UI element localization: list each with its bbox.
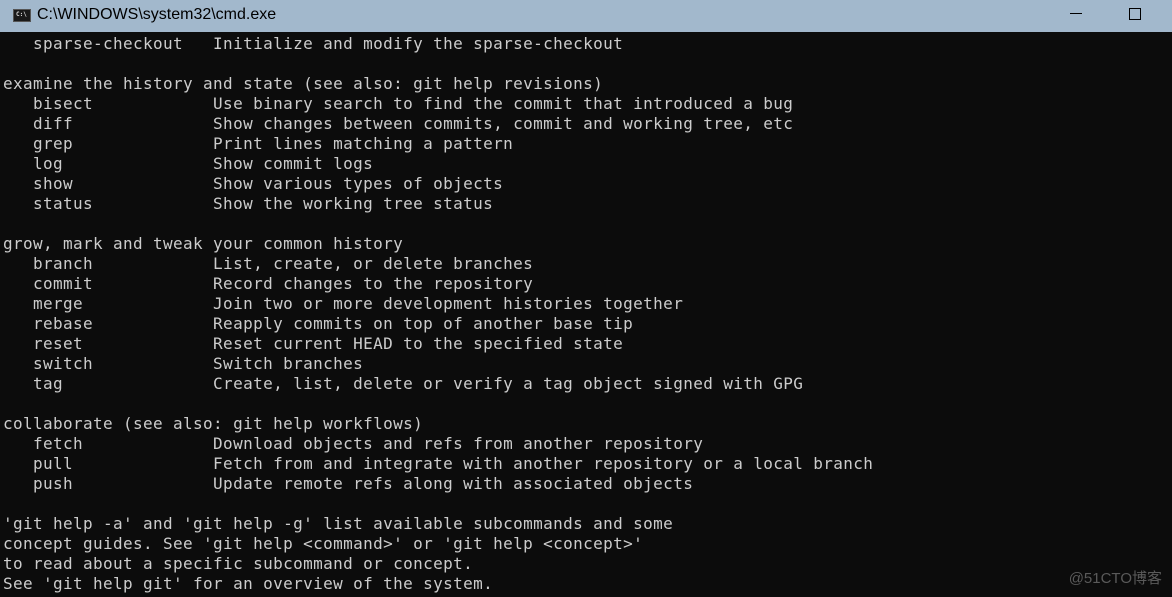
- cmd-icon-text: C:\: [16, 11, 27, 18]
- console-line: tag Create, list, delete or verify a tag…: [3, 374, 804, 393]
- console-line: sparse-checkout Initialize and modify th…: [3, 34, 624, 53]
- watermark: @51CTO博客: [1068, 570, 1162, 587]
- console-line: collaborate (see also: git help workflow…: [3, 414, 424, 433]
- console-line: See 'git help git' for an overview of th…: [3, 574, 494, 593]
- console-line: branch List, create, or delete branches: [3, 254, 534, 273]
- console-line: commit Record changes to the repository: [3, 274, 534, 293]
- console-line: switch Switch branches: [3, 354, 364, 373]
- cmd-icon: C:\: [13, 9, 31, 22]
- console-line: examine the history and state (see also:…: [3, 74, 604, 93]
- console-line: merge Join two or more development histo…: [3, 294, 684, 313]
- minimize-button[interactable]: [1070, 13, 1082, 14]
- console-line: fetch Download objects and refs from ano…: [3, 434, 704, 453]
- console-line: pull Fetch from and integrate with anoth…: [3, 454, 874, 473]
- console-line: concept guides. See 'git help <command>'…: [3, 534, 644, 553]
- console-line: push Update remote refs along with assoc…: [3, 474, 694, 493]
- console-line: show Show various types of objects: [3, 174, 504, 193]
- window-title: C:\WINDOWS\system32\cmd.exe: [37, 6, 277, 23]
- console-line: grow, mark and tweak your common history: [3, 234, 404, 253]
- console-line: diff Show changes between commits, commi…: [3, 114, 794, 133]
- console-line: grep Print lines matching a pattern: [3, 134, 514, 153]
- console-line: bisect Use binary search to find the com…: [3, 94, 794, 113]
- console-line: 'git help -a' and 'git help -g' list ava…: [3, 514, 674, 533]
- console-line: reset Reset current HEAD to the specifie…: [3, 334, 624, 353]
- console-output[interactable]: sparse-checkout Initialize and modify th…: [3, 34, 1172, 597]
- console-line: status Show the working tree status: [3, 194, 494, 213]
- console-line: log Show commit logs: [3, 154, 374, 173]
- maximize-button[interactable]: [1129, 8, 1141, 20]
- console-line: rebase Reapply commits on top of another…: [3, 314, 634, 333]
- title-bar[interactable]: C:\ C:\WINDOWS\system32\cmd.exe: [0, 0, 1172, 32]
- console-line: to read about a specific subcommand or c…: [3, 554, 474, 573]
